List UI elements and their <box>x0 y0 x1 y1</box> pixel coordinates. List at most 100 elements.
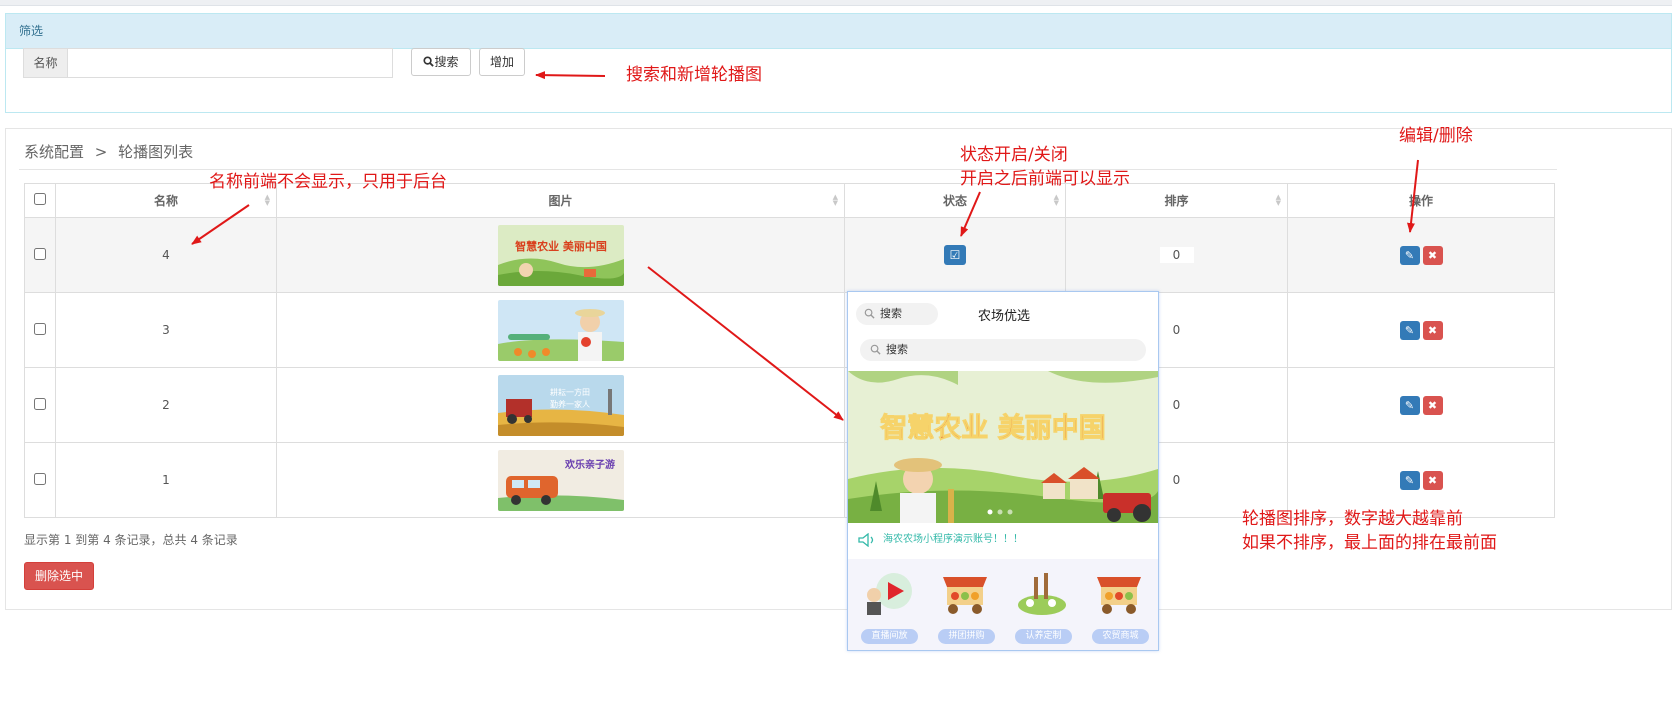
annotation-name-note: 名称前端不会显示，只用于后台 <box>209 172 447 192</box>
row-select-cell <box>24 292 56 368</box>
sort-icon: ▲ ▼ <box>832 193 838 207</box>
delete-button[interactable]: ✖ <box>1422 470 1443 490</box>
search-icon <box>870 344 881 355</box>
row-image-cell <box>276 292 845 368</box>
banner-thumbnail-harvester[interactable]: 耕耘一方田 勤养一家人 <box>497 374 624 436</box>
sort-input[interactable]: 0 <box>1159 247 1194 263</box>
sort-input[interactable]: 0 <box>1160 322 1194 338</box>
delete-button[interactable]: ✖ <box>1422 320 1443 340</box>
edit-icon: ✎ <box>1404 473 1415 487</box>
mobile-nav-label: 拼团拼购 <box>938 629 995 644</box>
annotation-ops-note: 编辑/删除 <box>1399 126 1473 146</box>
banner-text: 智慧农业 美丽中国 <box>515 239 607 253</box>
breadcrumb-parent[interactable]: 系统配置 <box>24 143 84 161</box>
search-icon <box>864 308 875 319</box>
row-checkbox[interactable] <box>34 397 46 410</box>
sort-icon: ▲ ▼ <box>1053 193 1059 207</box>
column-header-actions: 操作 <box>1287 183 1555 218</box>
banner-thumbnail-family-trip[interactable]: 欢乐亲子游 <box>497 449 624 511</box>
farm-icon <box>1018 573 1066 615</box>
market-stall-icon <box>1097 577 1141 614</box>
breadcrumb: 系统配置 > 轮播图列表 <box>24 143 193 161</box>
status-toggle[interactable]: ☑ <box>944 245 966 265</box>
select-all-checkbox[interactable] <box>34 193 46 205</box>
annotation-status-note-1: 状态开启/关闭 <box>960 145 1068 165</box>
edit-icon: ✎ <box>1404 398 1415 412</box>
search-icon <box>423 56 435 67</box>
mobile-nav-group-buy[interactable]: 拼团拼购 <box>927 559 1003 650</box>
delete-selected-button[interactable]: 删除选中 <box>24 562 94 590</box>
row-name: 3 <box>55 292 277 368</box>
mobile-notice-text: 海农农场小程序演示账号！！！ <box>883 534 1023 545</box>
delete-icon: ✖ <box>1427 398 1438 412</box>
row-status-cell: ☑ <box>844 217 1066 293</box>
banner-thumbnail-smart-agriculture[interactable]: 智慧农业 美丽中国 <box>497 224 624 286</box>
speaker-icon <box>858 533 874 547</box>
mobile-search-placeholder: 搜索 <box>886 343 908 356</box>
row-image-cell: 欢乐亲子游 <box>276 442 845 518</box>
annotation-sort-note-1: 轮播图排序，数字越大越靠前 <box>1242 509 1463 529</box>
row-sort-cell: 0 <box>1065 217 1288 293</box>
mobile-search-pill[interactable]: 搜索 <box>856 303 938 325</box>
mobile-title: 农场优选 <box>978 309 1031 324</box>
mobile-nav-adopt[interactable]: 认养定制 <box>1004 559 1080 650</box>
filter-panel-title: 筛选 <box>6 14 1671 49</box>
mobile-nav-live[interactable]: 直播间放 <box>850 559 926 650</box>
delete-button[interactable]: ✖ <box>1422 245 1443 265</box>
delete-icon: ✖ <box>1427 473 1438 487</box>
pagination-summary: 显示第 1 到第 4 条记录，总共 4 条记录 <box>24 533 238 547</box>
sort-input[interactable]: 0 <box>1160 397 1194 413</box>
mobile-banner[interactable]: 智慧农业 美丽中国 <box>848 371 1158 523</box>
mobile-nav-label: 直播间放 <box>861 629 918 644</box>
cart-stall-icon <box>943 577 987 614</box>
edit-button[interactable]: ✎ <box>1399 470 1420 490</box>
banner-text-line-1: 耕耘一方田 <box>550 387 590 397</box>
mobile-nav-grid: 直播间放 拼团拼购 认养定制 农贸商城 <box>848 559 1158 650</box>
row-select-cell <box>24 442 56 518</box>
sort-input[interactable]: 0 <box>1160 472 1194 488</box>
row-checkbox[interactable] <box>34 472 46 485</box>
breadcrumb-current: 轮播图列表 <box>118 143 194 161</box>
breadcrumb-divider <box>19 169 1557 170</box>
banner-text: 欢乐亲子游 <box>564 458 615 471</box>
add-button[interactable]: 增加 <box>479 48 525 76</box>
row-image-cell: 智慧农业 美丽中国 <box>276 217 845 293</box>
edit-button[interactable]: ✎ <box>1399 245 1420 265</box>
row-select-cell <box>24 217 56 293</box>
delete-button[interactable]: ✖ <box>1422 395 1443 415</box>
row-actions-cell: ✎ ✖ <box>1287 367 1555 443</box>
column-header-status-label: 状态 <box>942 194 967 208</box>
edit-icon: ✎ <box>1404 323 1415 337</box>
edit-button[interactable]: ✎ <box>1399 320 1420 340</box>
mobile-nav-market[interactable]: 农贸商城 <box>1081 559 1157 650</box>
table-row[interactable]: 2 耕耘一方田 勤养一家人 0 ✎ ✖ <box>24 367 1555 443</box>
column-header-name-label: 名称 <box>153 194 178 208</box>
select-all-cell <box>24 183 56 218</box>
mobile-banner-text: 智慧农业 美丽中国 <box>880 412 1105 444</box>
row-checkbox[interactable] <box>34 322 46 335</box>
row-name: 4 <box>55 217 277 293</box>
row-checkbox[interactable] <box>34 247 46 260</box>
table-row[interactable]: 1 欢乐亲子游 0 ✎ ✖ <box>24 442 1555 518</box>
mobile-nav-label: 农贸商城 <box>1092 629 1149 644</box>
mobile-search-bar[interactable]: 搜索 <box>860 339 1146 361</box>
search-button[interactable]: 搜索 <box>411 48 471 76</box>
row-select-cell <box>24 367 56 443</box>
checkbox-icon: ☑ <box>949 248 961 262</box>
breadcrumb-separator: > <box>94 143 108 161</box>
name-search-input[interactable] <box>67 48 393 78</box>
row-image-cell: 耕耘一方田 勤养一家人 <box>276 367 845 443</box>
edit-button[interactable]: ✎ <box>1399 395 1420 415</box>
banner-text-line-2: 勤养一家人 <box>550 399 590 409</box>
annotation-sort-note-2: 如果不排序，最上面的排在最前面 <box>1242 533 1497 553</box>
edit-icon: ✎ <box>1404 248 1415 262</box>
table-row[interactable]: 4 智慧农业 美丽中国 ☑ 0 ✎ ✖ <box>24 217 1555 293</box>
sort-icon: ▲ ▼ <box>1275 193 1281 207</box>
mobile-search-pill-label: 搜索 <box>880 307 902 320</box>
search-button-label: 搜索 <box>434 55 459 69</box>
banner-thumbnail-farmer-harvest[interactable] <box>497 299 624 361</box>
delete-icon: ✖ <box>1427 248 1438 262</box>
column-header-sort-label: 排序 <box>1164 194 1189 208</box>
table-row[interactable]: 3 0 ✎ ✖ <box>24 292 1555 368</box>
live-icon <box>867 573 912 615</box>
